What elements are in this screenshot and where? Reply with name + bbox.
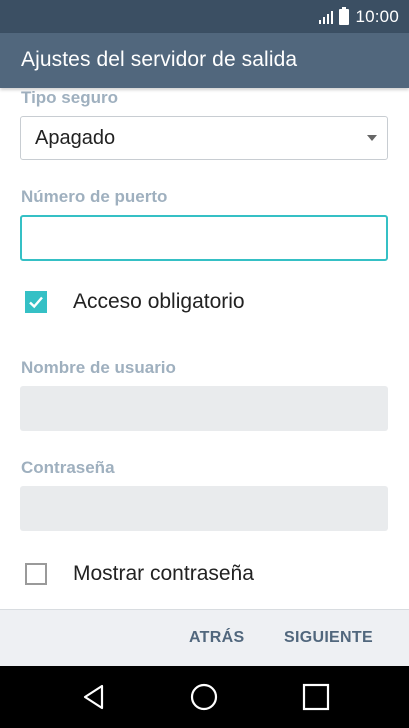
page-title: Ajustes del servidor de salida [21, 48, 298, 71]
username-label: Nombre de usuario [21, 358, 176, 377]
checkmark-icon [29, 296, 43, 309]
password-label: Contraseña [21, 458, 115, 477]
app-bar: Ajustes del servidor de salida [0, 33, 409, 88]
port-input[interactable] [20, 215, 388, 261]
next-button[interactable]: SIGUIENTE [284, 629, 373, 647]
auth-required-checkbox[interactable] [25, 291, 47, 313]
back-button[interactable]: ATRÁS [189, 629, 244, 647]
port-label: Número de puerto [21, 187, 168, 206]
signal-icon [319, 10, 334, 24]
action-bar: ATRÁS SIGUIENTE [0, 609, 409, 667]
battery-icon [339, 6, 350, 25]
form-content[interactable]: Tipo seguro Apagado Número de puerto Acc… [0, 88, 409, 609]
status-bar: 10:00 [0, 0, 409, 33]
password-input[interactable] [20, 486, 388, 531]
recents-square-icon[interactable] [302, 683, 330, 711]
auth-required-label[interactable]: Acceso obligatorio [73, 290, 245, 314]
navigation-bar [0, 666, 409, 728]
home-circle-icon[interactable] [190, 683, 218, 711]
security-type-label: Tipo seguro [21, 88, 118, 107]
status-icons: 10:00 [319, 0, 399, 33]
back-triangle-icon[interactable] [80, 683, 108, 711]
username-input[interactable] [20, 386, 388, 431]
show-password-label[interactable]: Mostrar contraseña [73, 562, 254, 586]
security-type-dropdown[interactable]: Apagado [20, 116, 388, 160]
dropdown-arrow-icon [367, 135, 377, 141]
status-time: 10:00 [355, 6, 399, 26]
security-type-value: Apagado [35, 127, 116, 149]
show-password-checkbox[interactable] [25, 563, 47, 585]
